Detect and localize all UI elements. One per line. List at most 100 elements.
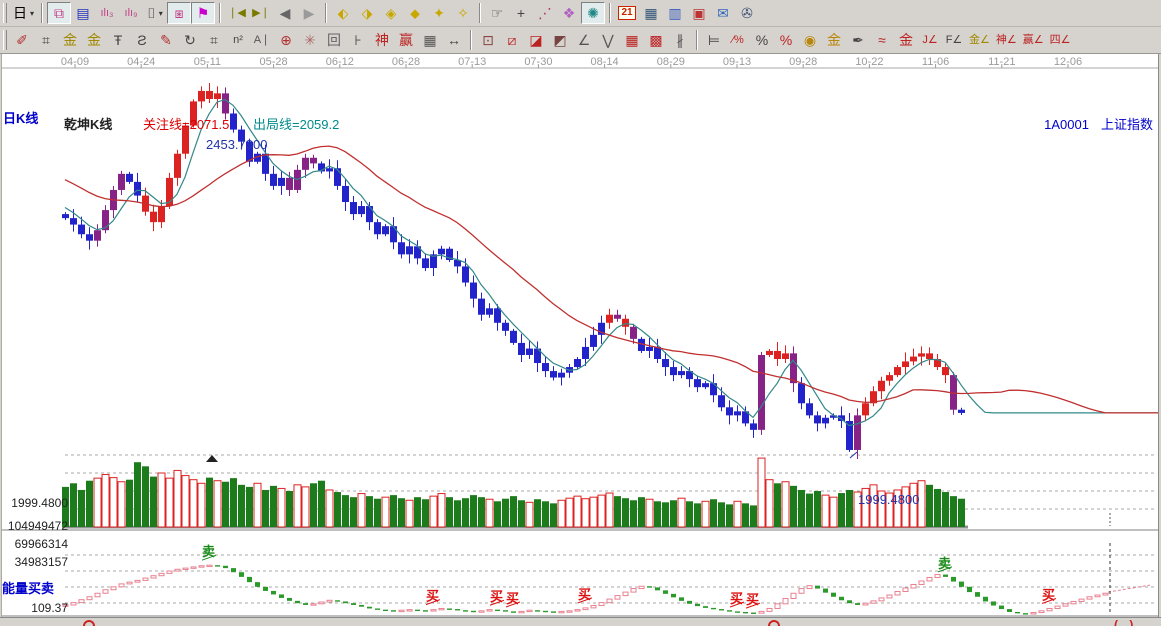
grid-123-icon[interactable]: ▦ (418, 29, 442, 51)
pattern-icon[interactable]: ⧆ (167, 2, 191, 24)
gann-circle-icon[interactable]: ⊕ (274, 29, 298, 51)
period-selector[interactable]: 日▾ (10, 2, 37, 24)
zigzag-icon: ⋁ (602, 33, 613, 47)
gold-line-icon[interactable]: 金 (822, 29, 846, 51)
info-list-icon[interactable]: ▤ (71, 2, 95, 24)
indicator-bar (919, 581, 924, 585)
wave-burst-icon[interactable]: ✳ (298, 29, 322, 51)
indicator-bar (71, 603, 76, 605)
grid-icon[interactable]: ⌗ (34, 29, 58, 51)
page-forward-icon[interactable]: ▶ (297, 2, 321, 24)
gold-circle-icon[interactable]: ◉ (798, 29, 822, 51)
wave-a-icon[interactable]: ≈ (870, 29, 894, 51)
percent-icon[interactable]: % (750, 29, 774, 51)
send-mail-icon[interactable]: ✉ (711, 2, 735, 24)
zoom-left-icon[interactable]: ⬖ (331, 2, 355, 24)
calculator-icon[interactable]: ▦ (639, 2, 663, 24)
chips-icon[interactable]: ❖ (557, 2, 581, 24)
indicator-flag-icon[interactable]: ⚑ (191, 2, 215, 24)
page-back-icon[interactable]: ◀ (273, 2, 297, 24)
chart-canvas[interactable]: 买买买买买买买卖卖 (0, 54, 1161, 617)
candle (814, 415, 821, 423)
shen-tool-icon[interactable]: 神 (370, 29, 394, 51)
speed-lines-icon[interactable]: ∠ (572, 29, 596, 51)
measure-angle-icon[interactable]: ⊦ (346, 29, 370, 51)
square-spiral-icon[interactable]: 回 (322, 29, 346, 51)
indicator-bar (1039, 611, 1044, 613)
gold-grid-icon[interactable]: 金 (58, 29, 82, 51)
box-tool-icon[interactable]: ⊡ (476, 29, 500, 51)
dropdown-arrow-icon[interactable]: ▾ (159, 9, 163, 18)
spiral-icon[interactable]: Ƨ (130, 29, 154, 51)
candle (702, 383, 709, 387)
shen-angle-icon[interactable]: 神∠ (993, 29, 1020, 51)
expand-all-icon[interactable]: ✦ (427, 2, 451, 24)
candle-style-selector[interactable]: ⌷▾ (143, 2, 167, 24)
volume-bar (478, 497, 485, 527)
retrace-percent-icon[interactable]: ∕% (726, 29, 750, 51)
indicator-bar (943, 575, 948, 577)
gann-grid-icon[interactable]: ▦ (620, 29, 644, 51)
price-scale-icon[interactable]: ⊨ (702, 29, 726, 51)
crosshair-icon[interactable]: + (509, 2, 533, 24)
ying-angle-icon[interactable]: 赢∠ (1020, 29, 1047, 51)
print-icon[interactable]: ✇ (735, 2, 759, 24)
indicator-title[interactable]: 能量买卖 (2, 582, 54, 596)
indicator-bar (295, 601, 300, 603)
volume-bar (118, 482, 125, 527)
gold-underline-icon[interactable]: 金 (894, 29, 918, 51)
expand-horizontal-icon[interactable]: ◈ (379, 2, 403, 24)
indicator-bar (575, 610, 580, 611)
zigzag-icon[interactable]: ⋁ (596, 29, 620, 51)
dropdown-arrow-icon[interactable]: ▾ (30, 9, 34, 18)
compress-all-icon[interactable]: ✧ (451, 2, 475, 24)
smart-brain-icon[interactable]: ✺ (581, 2, 605, 24)
slant-lines-icon[interactable]: ∦ (668, 29, 692, 51)
volume-bar (294, 485, 301, 527)
compress-horizontal-icon[interactable]: ⬥ (403, 2, 427, 24)
candle (174, 154, 181, 178)
fan-box-icon[interactable]: ◪ (524, 29, 548, 51)
candle (70, 218, 77, 224)
skip-first-icon[interactable]: ❘◀ (225, 2, 249, 24)
four-angle-icon[interactable]: 四∠ (1047, 29, 1074, 51)
measure-line-icon[interactable]: ⋰ (533, 2, 557, 24)
n-square-icon[interactable]: n² (226, 29, 250, 51)
minute-bars-9-icon[interactable]: ılı₉ (119, 2, 143, 24)
fan-box-dark-icon: ◩ (553, 33, 566, 47)
toolbar-grip[interactable] (3, 3, 7, 23)
period-label[interactable]: 日K线 (3, 112, 38, 126)
gann-grid-filled-icon[interactable]: ▩ (644, 29, 668, 51)
mark-brush-icon[interactable]: ✎ (154, 29, 178, 51)
calendar-icon[interactable]: 21 (615, 2, 639, 24)
gold-grid-alt-icon[interactable]: 金 (82, 29, 106, 51)
text-tool-icon[interactable]: A❘ (250, 29, 274, 51)
save-icon[interactable]: ▣ (687, 2, 711, 24)
f-angle-icon[interactable]: F∠ (942, 29, 966, 51)
skip-last-icon[interactable]: ▶❘ (249, 2, 273, 24)
gold-pen-icon[interactable]: ✒ (846, 29, 870, 51)
volume-bar (318, 481, 325, 527)
report-icon[interactable]: ▥ (663, 2, 687, 24)
cycle-icon[interactable]: ↻ (178, 29, 202, 51)
j-angle-icon[interactable]: J∠ (918, 29, 942, 51)
pan-hand-icon[interactable]: ☞ (485, 2, 509, 24)
ying-tool-icon[interactable]: 赢 (394, 29, 418, 51)
multi-window-icon[interactable]: ⧉ (47, 2, 71, 24)
fan-lines-icon[interactable]: ⧄ (500, 29, 524, 51)
symbol-header[interactable]: 1A0001 上证指数 (1044, 118, 1153, 132)
minute-bars-3-icon[interactable]: ılı₃ (95, 2, 119, 24)
f-grid-icon[interactable]: Ŧ (106, 29, 130, 51)
fan-box-dark-icon[interactable]: ◩ (548, 29, 572, 51)
gold-angle-icon[interactable]: 金∠ (966, 29, 993, 51)
width-measure-icon[interactable]: ↔ (442, 29, 466, 51)
toolbar-grip[interactable] (3, 30, 7, 50)
brush-icon[interactable]: ✐ (10, 29, 34, 51)
zoom-right-icon[interactable]: ⬗ (355, 2, 379, 24)
volume-bar (374, 499, 381, 527)
date-tick-label: 05-11 (183, 56, 231, 68)
chart-area[interactable]: 买买买买买买买卖卖 04-0904-2405-1105-2806-1206-28… (0, 54, 1161, 626)
ruler-grid-icon[interactable]: ⌗ (202, 29, 226, 51)
percent-line-icon[interactable]: % (774, 29, 798, 51)
volume-bar (734, 501, 741, 527)
